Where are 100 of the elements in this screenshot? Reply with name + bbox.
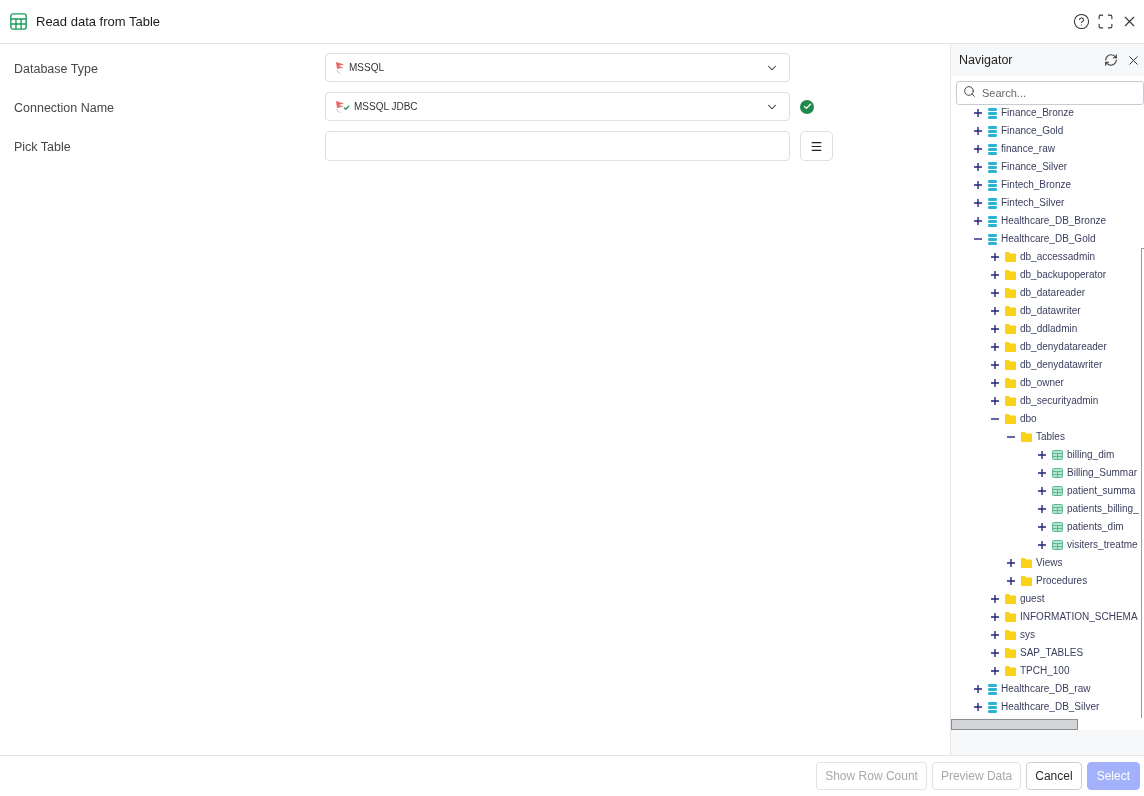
expand-icon[interactable]: [1038, 541, 1046, 549]
tree-item[interactable]: patients_dim: [1067, 520, 1124, 534]
tree-item[interactable]: db_datareader: [1020, 286, 1086, 300]
expand-icon[interactable]: [974, 127, 982, 135]
tree-item[interactable]: Procedures: [1036, 574, 1088, 588]
tree-item[interactable]: guest: [1020, 592, 1045, 606]
table-icon: [1052, 504, 1063, 514]
expand-icon[interactable]: [974, 181, 982, 189]
fullscreen-icon[interactable]: [1097, 13, 1114, 30]
expand-icon[interactable]: [991, 667, 999, 675]
tree-item[interactable]: db_datawriter: [1020, 304, 1081, 318]
expand-icon[interactable]: [974, 217, 982, 225]
database-icon: [988, 197, 997, 209]
expand-icon[interactable]: [991, 613, 999, 621]
tree-item[interactable]: finance_raw: [1001, 142, 1055, 156]
tree-item[interactable]: Fintech_Silver: [1001, 196, 1065, 210]
expand-icon[interactable]: [1038, 487, 1046, 495]
tree-item[interactable]: db_owner: [1020, 376, 1064, 390]
expand-icon[interactable]: [991, 343, 999, 351]
expand-icon[interactable]: [1038, 469, 1046, 477]
database-icon: [988, 107, 997, 119]
folder-icon: [1005, 306, 1016, 316]
tree-item[interactable]: billing_dim: [1067, 448, 1115, 462]
tree-item[interactable]: Healthcare_DB_Bronze: [1001, 214, 1107, 228]
folder-icon: [1005, 612, 1016, 622]
expand-icon[interactable]: [974, 145, 982, 153]
list-button[interactable]: [800, 131, 833, 161]
expand-icon[interactable]: [991, 361, 999, 369]
expand-icon[interactable]: [974, 163, 982, 171]
scrollbar-thumb[interactable]: [951, 718, 1078, 730]
table-icon: [1052, 522, 1063, 532]
dropdown[interactable]: MSSQL JDBC: [325, 92, 790, 121]
tree-item[interactable]: db_accessadmin: [1020, 250, 1096, 264]
search-field[interactable]: Search...: [956, 81, 1144, 105]
tree-item[interactable]: db_ddladmin: [1020, 322, 1078, 336]
tree-item[interactable]: db_backupoperator: [1020, 268, 1107, 282]
expand-icon[interactable]: [1038, 505, 1046, 513]
folder-icon: [1005, 414, 1016, 424]
folder-icon: [1005, 324, 1016, 334]
expand-icon[interactable]: [1038, 451, 1046, 459]
database-icon: [988, 125, 997, 137]
expand-icon[interactable]: [991, 289, 999, 297]
database-icon: [988, 215, 997, 227]
expand-icon[interactable]: [974, 109, 982, 117]
expand-icon[interactable]: [991, 631, 999, 639]
folder-icon: [1005, 594, 1016, 604]
table-icon: [1052, 450, 1063, 460]
tree-item[interactable]: Fintech_Bronze: [1001, 178, 1072, 192]
expand-icon[interactable]: [974, 199, 982, 207]
scrollbar-thumb[interactable]: [1141, 248, 1144, 718]
tree-item[interactable]: Finance_Gold: [1001, 124, 1064, 138]
tree-item[interactable]: Billing_Summar: [1067, 466, 1138, 480]
expand-icon[interactable]: [974, 685, 982, 693]
tree-item[interactable]: visiters_treatme: [1067, 538, 1138, 552]
dropdown[interactable]: MSSQL: [325, 53, 790, 82]
tree-item[interactable]: Tables: [1036, 430, 1065, 444]
menu-icon: [810, 139, 823, 153]
folder-icon: [1021, 432, 1032, 442]
field-label: Connection Name: [14, 100, 115, 115]
tree-item[interactable]: INFORMATION_SCHEMA: [1020, 610, 1138, 624]
tree-item[interactable]: patients_billing_: [1067, 502, 1139, 516]
tree-item[interactable]: Healthcare_DB_Silver: [1001, 700, 1100, 714]
expand-icon[interactable]: [991, 649, 999, 657]
tree-item[interactable]: db_denydatawriter: [1020, 358, 1103, 372]
expand-icon[interactable]: [991, 307, 999, 315]
tree-item[interactable]: db_securityadmin: [1020, 394, 1099, 408]
tree-item[interactable]: patient_summa: [1067, 484, 1136, 498]
database-icon: [988, 683, 997, 695]
collapse-icon[interactable]: [1007, 433, 1015, 441]
expand-icon[interactable]: [1038, 523, 1046, 531]
tree-item[interactable]: SAP_TABLES: [1020, 646, 1084, 660]
tree-item[interactable]: dbo: [1020, 412, 1037, 426]
database-icon: [988, 701, 997, 713]
tree-item[interactable]: db_denydatareader: [1020, 340, 1107, 354]
expand-icon[interactable]: [991, 397, 999, 405]
refresh-icon[interactable]: [1104, 53, 1118, 67]
table-icon: [1052, 540, 1063, 550]
expand-icon[interactable]: [991, 325, 999, 333]
expand-icon[interactable]: [991, 595, 999, 603]
expand-icon[interactable]: [1007, 577, 1015, 585]
tree-item[interactable]: Finance_Bronze: [1001, 106, 1074, 120]
window-title: Read data from Table: [36, 12, 161, 31]
secondary-button[interactable]: Cancel: [1026, 762, 1082, 790]
input-field[interactable]: [325, 131, 790, 161]
expand-icon[interactable]: [991, 271, 999, 279]
expand-icon[interactable]: [991, 379, 999, 387]
collapse-icon[interactable]: [991, 415, 999, 423]
tree-item[interactable]: Healthcare_DB_Gold: [1001, 232, 1096, 246]
expand-icon[interactable]: [974, 703, 982, 711]
help-icon[interactable]: [1073, 13, 1090, 30]
expand-icon[interactable]: [1007, 559, 1015, 567]
tree-item[interactable]: Views: [1036, 556, 1063, 570]
tree-item[interactable]: Healthcare_DB_raw: [1001, 682, 1091, 696]
expand-icon[interactable]: [991, 253, 999, 261]
tree-item[interactable]: Finance_Silver: [1001, 160, 1068, 174]
tree-item[interactable]: sys: [1020, 628, 1035, 642]
field-label: Database Type: [14, 61, 98, 76]
database-icon: [988, 161, 997, 173]
tree-item[interactable]: TPCH_100: [1020, 664, 1070, 678]
collapse-icon[interactable]: [974, 235, 982, 243]
